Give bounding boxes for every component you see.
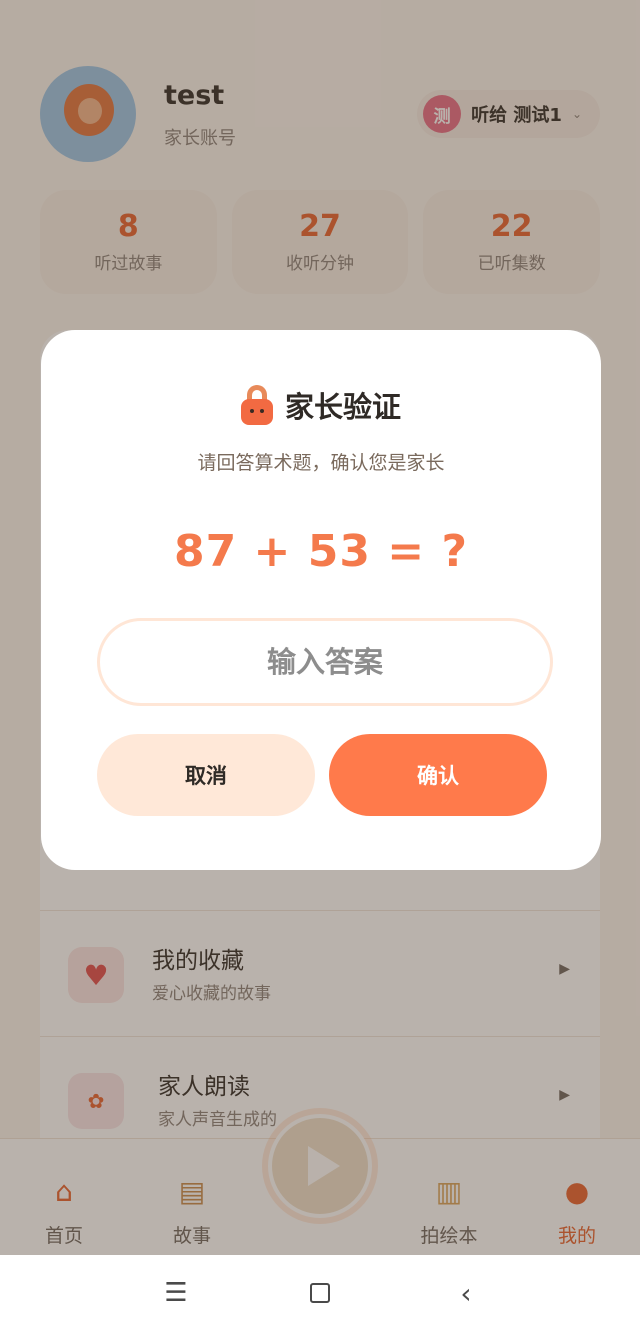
answer-input[interactable] [97,618,553,706]
confirm-button[interactable]: 确认 [329,734,547,816]
lock-icon [240,385,273,425]
math-question: 87 + 53 = ? [174,526,468,577]
back-icon[interactable]: ‹ [446,1275,486,1311]
square-icon [310,1283,330,1303]
parent-verification-dialog: 家长验证 请回答算术题，确认您是家长 87 + 53 = ? 取消 确认 [41,330,601,870]
dialog-title: 家长验证 [284,390,401,424]
cancel-button[interactable]: 取消 [97,734,315,816]
dialog-subtitle: 请回答算术题，确认您是家长 [197,452,445,474]
system-navigation-bar: ☰ ‹ [0,1255,640,1332]
home-button[interactable] [300,1275,340,1311]
dialog-header: 家长验证 [41,384,601,426]
menu-icon[interactable]: ☰ [156,1275,196,1311]
